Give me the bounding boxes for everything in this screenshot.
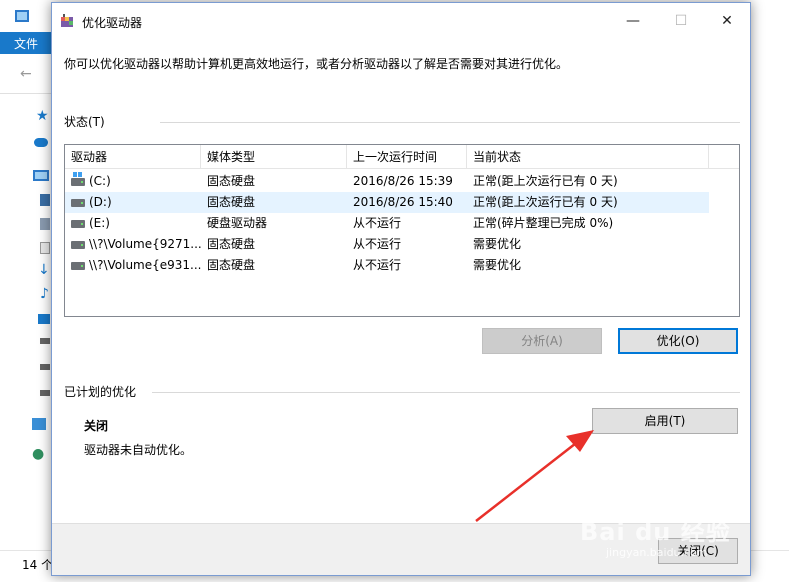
drive-name-text: \\?\Volume{e931... xyxy=(89,258,201,272)
quick-access-star-icon[interactable]: ★ xyxy=(36,108,50,124)
downloads-arrow-icon[interactable]: ↓ xyxy=(38,262,52,278)
scheduled-section-label: 已计划的优化 xyxy=(64,385,137,399)
explorer-right-pane xyxy=(748,32,789,562)
drive-media-type: 固态硬盘 xyxy=(207,237,256,251)
scheduled-state: 关闭 xyxy=(84,419,109,433)
drives-list[interactable]: 驱动器 媒体类型 上一次运行时间 当前状态 (C:) 固态硬盘 2016/8/26 … xyxy=(64,144,740,317)
this-pc-icon[interactable] xyxy=(33,170,49,181)
drive-c-icon[interactable] xyxy=(40,338,50,344)
videos-folder-icon[interactable] xyxy=(40,194,50,206)
column-last-run[interactable]: 上一次运行时间 xyxy=(347,145,467,169)
drive-last-run: 从不运行 xyxy=(353,258,402,272)
analyze-button: 分析(A) xyxy=(482,328,602,354)
drive-name: (E:) xyxy=(71,213,201,234)
computer-icon xyxy=(15,10,29,22)
close-window-button[interactable]: ✕ xyxy=(704,3,750,39)
pictures-folder-icon[interactable] xyxy=(40,218,50,230)
drive-row[interactable]: (E:) 硬盘驱动器 从不运行 正常(碎片整理已完成 0%) xyxy=(65,213,709,234)
drive-name: (D:) xyxy=(71,192,201,213)
column-current-status[interactable]: 当前状态 xyxy=(467,145,709,169)
drive-status: 正常(距上次运行已有 0 天) xyxy=(473,174,618,188)
dialog-title: 优化驱动器 xyxy=(82,16,143,30)
drive-name-text: (C:) xyxy=(89,174,111,188)
drive-status: 正常(碎片整理已完成 0%) xyxy=(473,216,614,230)
documents-folder-icon[interactable] xyxy=(40,242,50,254)
explorer-file-tab[interactable]: 文件 xyxy=(14,35,38,52)
drive-name: (C:) xyxy=(71,171,201,192)
drive-media-type: 固态硬盘 xyxy=(207,195,256,209)
dialog-title-bar[interactable]: 优化驱动器 — ☐ ✕ xyxy=(52,3,750,39)
scheduled-description: 驱动器未自动优化。 xyxy=(84,443,193,457)
back-arrow-icon[interactable]: ← xyxy=(20,66,32,82)
status-section-label: 状态(T) xyxy=(64,115,105,129)
desktop-folder-icon[interactable] xyxy=(38,314,50,324)
column-drive[interactable]: 驱动器 xyxy=(65,145,201,169)
explorer-sidebar: ★ ↓ ♪ ● xyxy=(0,94,52,554)
watermark-url: jingyan.baidu.com xyxy=(606,546,708,559)
drive-row[interactable]: (C:) 固态硬盘 2016/8/26 15:39 正常(距上次运行已有 0 天) xyxy=(65,171,709,192)
drive-row[interactable]: \\?\Volume{e931... 固态硬盘 从不运行 需要优化 xyxy=(65,255,709,276)
drives-list-header: 驱动器 媒体类型 上一次运行时间 当前状态 xyxy=(65,145,739,169)
column-media-type[interactable]: 媒体类型 xyxy=(201,145,347,169)
drive-icon xyxy=(71,199,85,207)
drive-status: 需要优化 xyxy=(473,258,522,272)
homegroup-icon[interactable]: ● xyxy=(32,446,46,462)
scheduled-divider xyxy=(152,392,740,393)
drive-media-type: 固态硬盘 xyxy=(207,258,256,272)
drive-name-text: (D:) xyxy=(89,195,112,209)
minimize-button[interactable]: — xyxy=(610,3,656,39)
maximize-button: ☐ xyxy=(674,13,688,29)
drive-last-run: 2016/8/26 15:40 xyxy=(353,195,453,209)
drive-row[interactable]: \\?\Volume{9271... 固态硬盘 从不运行 需要优化 xyxy=(65,234,709,255)
drive-name: \\?\Volume{e931... xyxy=(71,255,201,276)
drive-status: 需要优化 xyxy=(473,237,522,251)
drive-name: \\?\Volume{9271... xyxy=(71,234,201,255)
status-divider xyxy=(160,122,740,123)
system-drive-icon xyxy=(71,172,85,186)
drive-media-type: 硬盘驱动器 xyxy=(207,216,268,230)
drive-d-icon[interactable] xyxy=(40,364,50,370)
drive-name-text: (E:) xyxy=(89,216,110,230)
onedrive-cloud-icon[interactable] xyxy=(34,138,48,147)
drive-status: 正常(距上次运行已有 0 天) xyxy=(473,195,618,209)
intro-text: 你可以优化驱动器以帮助计算机更高效地运行，或者分析驱动器以了解是否需要对其进行优… xyxy=(64,57,569,71)
drive-name-text: \\?\Volume{9271... xyxy=(89,237,201,251)
drive-icon xyxy=(71,220,85,228)
optimize-button[interactable]: 优化(O) xyxy=(618,328,738,354)
network-icon[interactable] xyxy=(32,418,46,430)
drive-last-run: 从不运行 xyxy=(353,237,402,251)
optimize-drives-dialog: 优化驱动器 — ☐ ✕ 你可以优化驱动器以帮助计算机更高效地运行，或者分析驱动器… xyxy=(51,2,751,576)
drive-icon xyxy=(71,241,85,249)
drive-e-icon[interactable] xyxy=(40,390,50,396)
item-count: 14 个 xyxy=(22,558,54,572)
drive-last-run: 2016/8/26 15:39 xyxy=(353,174,453,188)
drive-last-run: 从不运行 xyxy=(353,216,402,230)
drive-icon xyxy=(71,262,85,270)
defrag-app-icon xyxy=(61,14,73,27)
drive-row[interactable]: (D:) 固态硬盘 2016/8/26 15:40 正常(距上次运行已有 0 天) xyxy=(65,192,709,213)
baidu-watermark: Bai du 经验 xyxy=(580,518,731,546)
enable-schedule-button[interactable]: 启用(T) xyxy=(592,408,738,434)
drive-media-type: 固态硬盘 xyxy=(207,174,256,188)
